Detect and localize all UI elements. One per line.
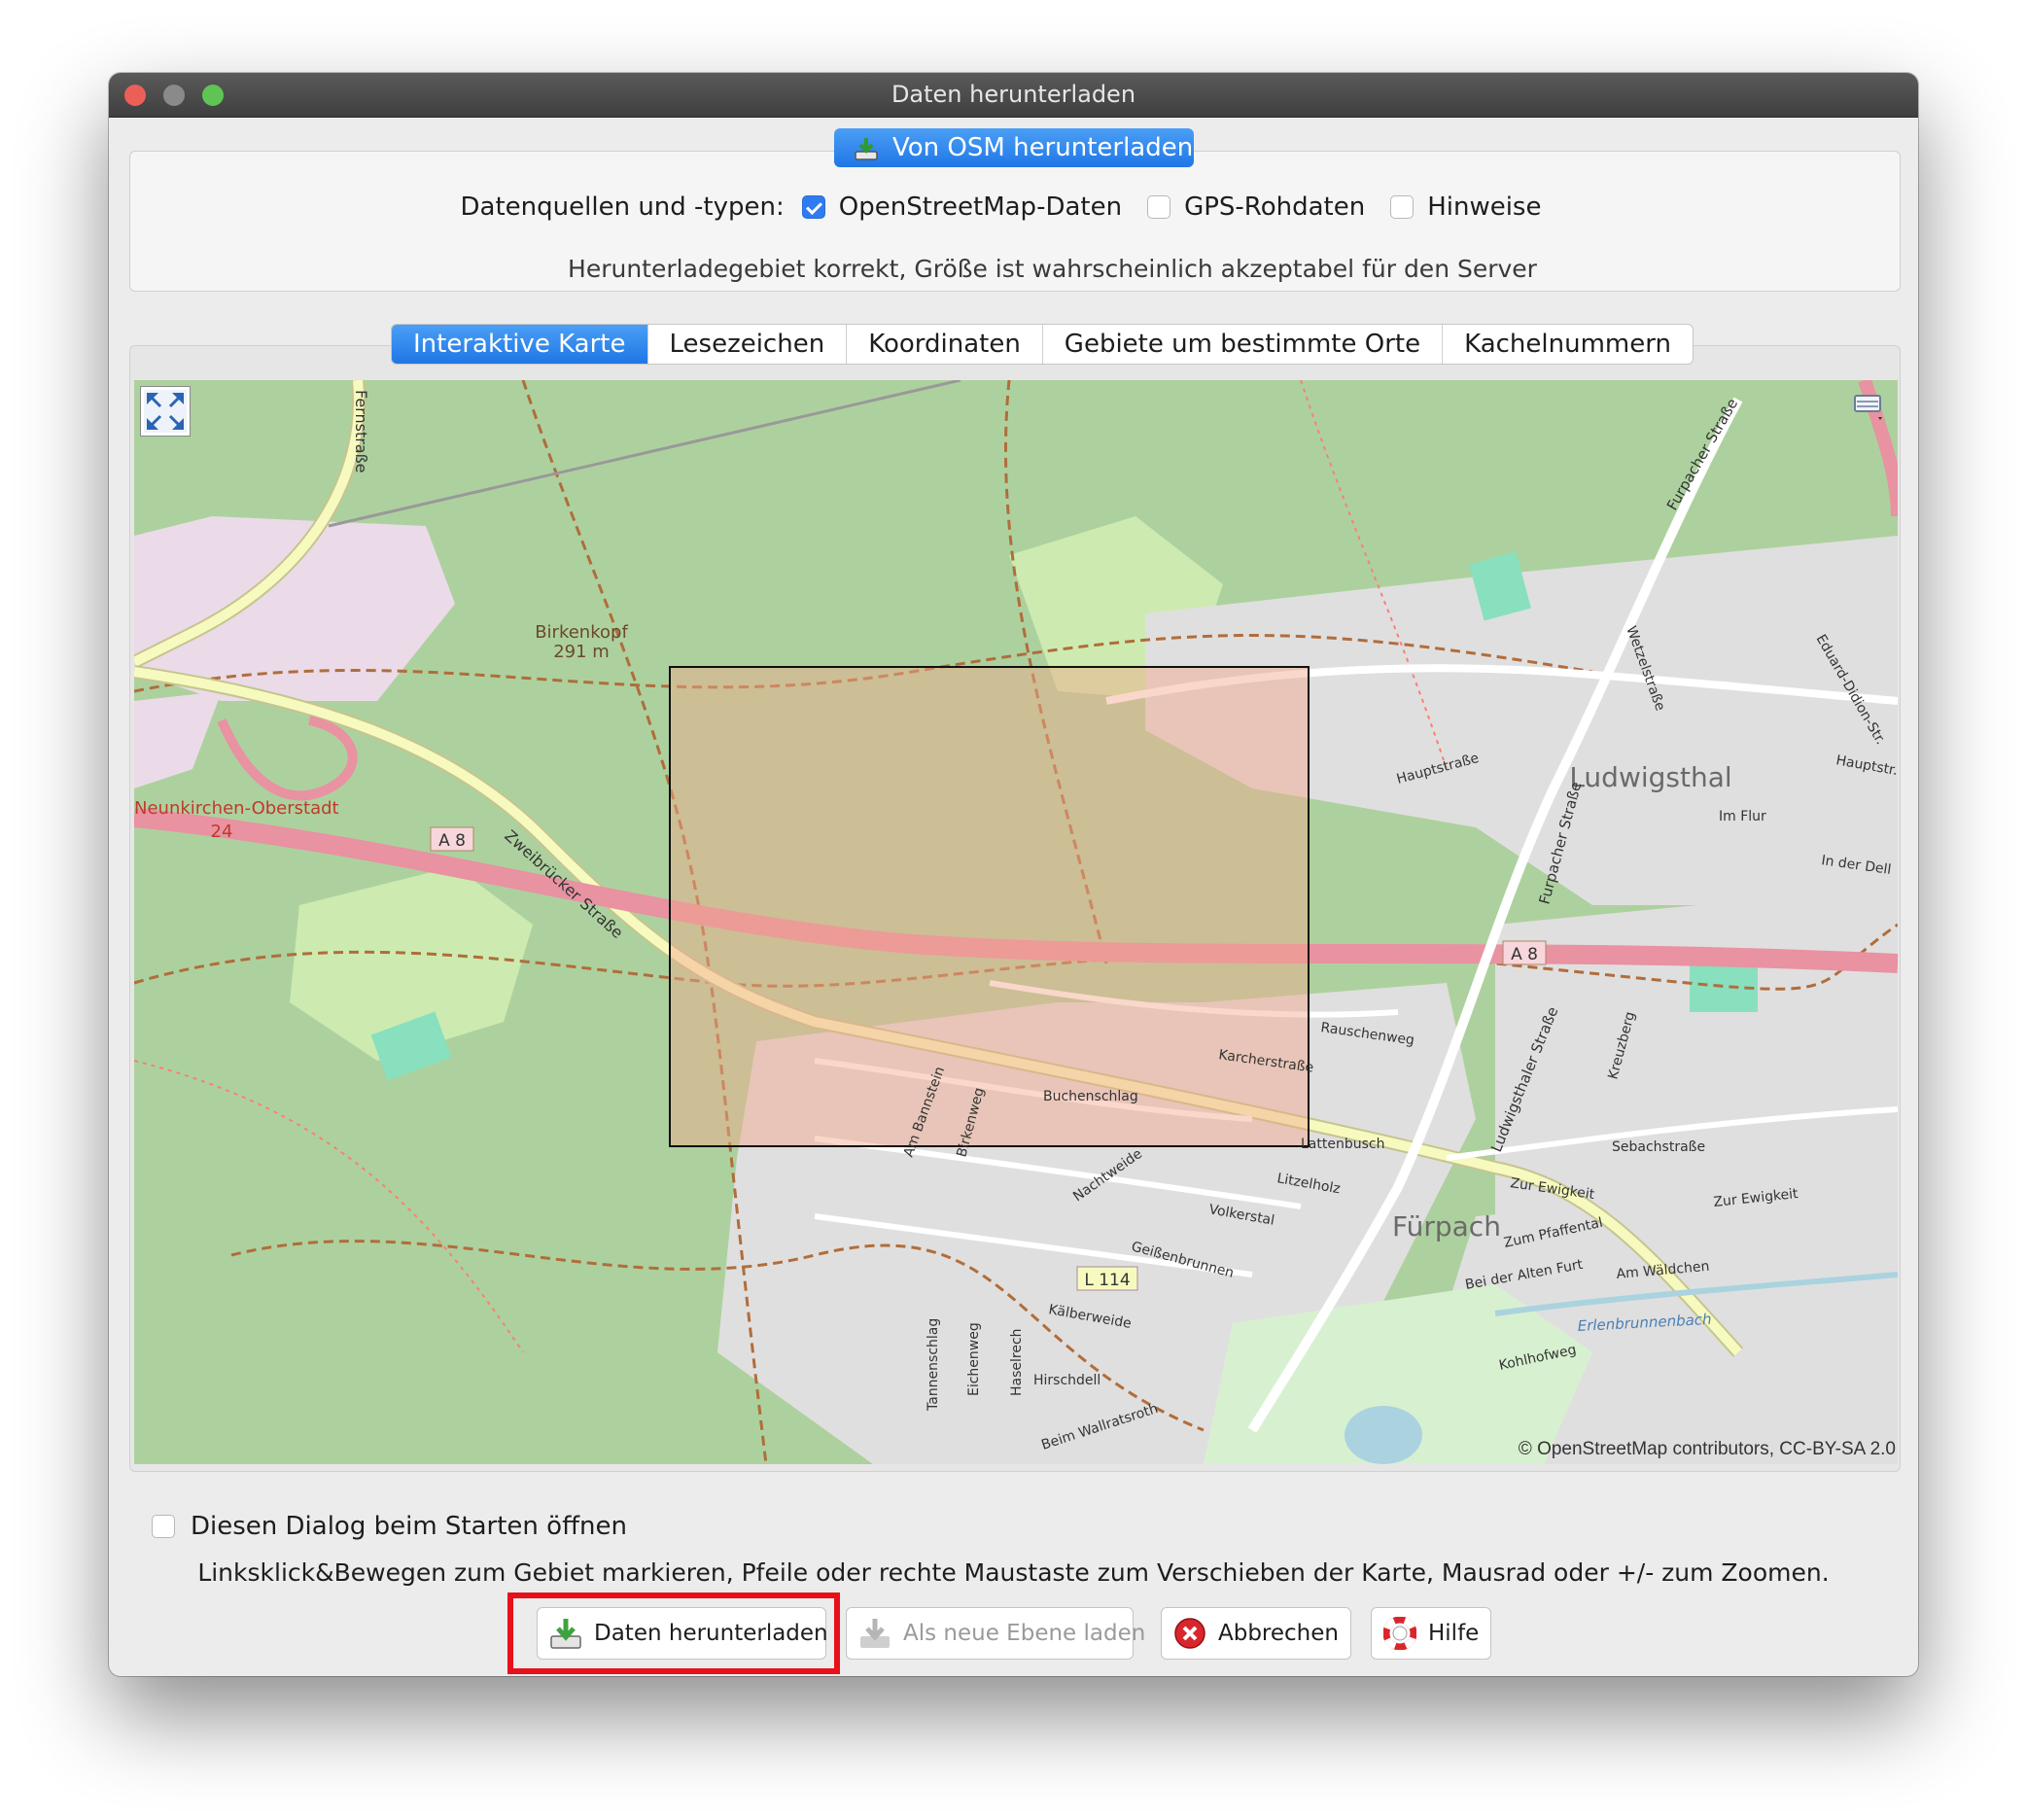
data-sources-label: Datenquellen und -typen: (460, 192, 785, 222)
tannenschlag-label: Tannenschlag (926, 1318, 941, 1412)
interactive-map[interactable]: Birkenkopf 291 m Neunkirchen-Oberstadt 2… (134, 380, 1898, 1464)
cancel-label: Abbrechen (1218, 1621, 1339, 1646)
hirschdell-label: Hirschdell (1033, 1373, 1100, 1388)
area-size-status: Herunterladegebiet korrekt, Größe ist wa… (568, 255, 1537, 283)
osm-data-label: OpenStreetMap-Daten (838, 192, 1123, 222)
download-icon (854, 134, 879, 173)
fernstrasse-label: Fernstraße (352, 390, 370, 473)
osm-source-button[interactable]: Von OSM herunterladen (834, 128, 1194, 167)
pond (1345, 1406, 1422, 1464)
area-tabs: Interaktive Karte Lesezeichen Koordinate… (391, 324, 1694, 365)
fullscreen-toggle-button[interactable] (140, 386, 191, 437)
tab-bookmarks[interactable]: Lesezeichen (648, 325, 848, 364)
ludwigsthal-label: Ludwigsthal (1569, 761, 1731, 793)
l114-shield-text: L 114 (1084, 1271, 1130, 1290)
a8-shield-left-text: A 8 (438, 831, 466, 851)
load-as-new-layer-button[interactable]: Als neue Ebene laden (846, 1607, 1145, 1660)
buchenschlag-label: Buchenschlag (1043, 1089, 1138, 1104)
birkenkopf-label: Birkenkopf (535, 622, 628, 643)
window-title: Daten herunterladen (891, 81, 1136, 108)
selected-area-rectangle[interactable] (669, 666, 1310, 1147)
download-data-button[interactable]: Daten herunterladen (537, 1607, 828, 1660)
im-flur-label: Im Flur (1719, 809, 1766, 824)
load-as-new-layer-label: Als neue Ebene laden (903, 1621, 1146, 1646)
a8-shield-right-text: A 8 (1511, 945, 1538, 964)
help-button[interactable]: Hilfe (1371, 1607, 1491, 1660)
download-dialog: Daten herunterladen Von OSM herunterlade… (109, 73, 1918, 1676)
expand-icon (144, 390, 187, 433)
startup-checkbox[interactable] (152, 1515, 175, 1538)
lifebuoy-icon (1383, 1617, 1416, 1650)
lattenbusch-label: Lattenbusch (1301, 1137, 1384, 1152)
osm-source-label: Von OSM herunterladen (892, 133, 1194, 162)
startup-label: Diesen Dialog beim Starten öffnen (191, 1512, 627, 1541)
birkenkopf-elevation: 291 m (553, 642, 610, 662)
data-sources-row: Datenquellen und -typen: OpenStreetMap-D… (109, 190, 1918, 225)
gps-raw-label: GPS-Rohdaten (1184, 192, 1366, 222)
help-label: Hilfe (1428, 1621, 1480, 1646)
notes-label: Hinweise (1427, 192, 1542, 222)
startup-option[interactable]: Diesen Dialog beim Starten öffnen (152, 1512, 627, 1541)
fuerpach-label: Fürpach (1392, 1210, 1501, 1242)
gps-raw-checkbox[interactable] (1147, 195, 1171, 219)
tab-tile-numbers[interactable]: Kachelnummern (1443, 325, 1693, 364)
cancel-icon (1173, 1617, 1206, 1650)
tab-coordinates[interactable]: Koordinaten (847, 325, 1043, 364)
osm-data-checkbox[interactable] (801, 195, 825, 219)
haselrech-label: Haselrech (1009, 1328, 1025, 1396)
map-attribution[interactable]: © OpenStreetMap contributors, CC-BY-SA 2… (1519, 1439, 1896, 1460)
exit-number-label: 24 (211, 822, 233, 842)
usage-hint: Linksklick&Bewegen zum Gebiet markieren,… (197, 1558, 1830, 1587)
eichenweg-label: Eichenweg (966, 1322, 982, 1396)
map-canvas: Birkenkopf 291 m Neunkirchen-Oberstadt 2… (134, 380, 1898, 1464)
sebachstrasse-label: Sebachstraße (1612, 1139, 1705, 1155)
source-gps-raw[interactable]: GPS-Rohdaten (1147, 192, 1365, 222)
notes-checkbox[interactable] (1390, 195, 1415, 219)
tab-areas-around-places[interactable]: Gebiete um bestimmte Orte (1043, 325, 1444, 364)
layers-icon (1854, 395, 1882, 420)
neunkirchen-label: Neunkirchen-Oberstadt (134, 798, 339, 819)
new-layer-download-icon (858, 1617, 891, 1650)
layer-selector-button[interactable] (1849, 388, 1888, 427)
source-osm-data[interactable]: OpenStreetMap-Daten (801, 192, 1123, 222)
tab-interactive-map[interactable]: Interaktive Karte (392, 325, 648, 364)
title-bar: Daten herunterladen (109, 73, 1918, 118)
cancel-button[interactable]: Abbrechen (1161, 1607, 1351, 1660)
source-notes[interactable]: Hinweise (1390, 192, 1541, 222)
download-icon (549, 1617, 582, 1650)
download-data-label: Daten herunterladen (594, 1621, 828, 1646)
